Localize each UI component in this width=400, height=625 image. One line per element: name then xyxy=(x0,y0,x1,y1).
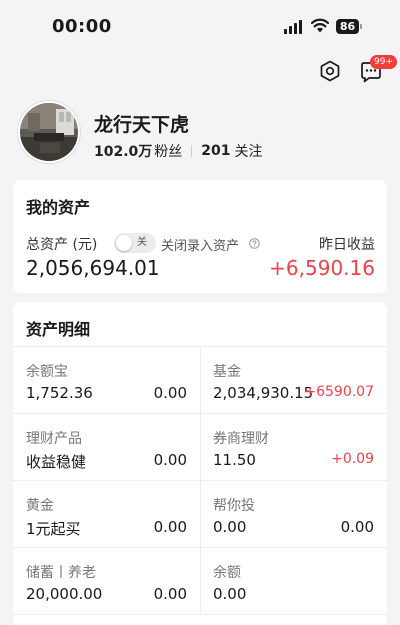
asset-earnings: +0.09 xyxy=(331,451,374,467)
help-icon[interactable] xyxy=(249,238,260,249)
manual-entry-label: 关闭录入资产 xyxy=(161,239,240,254)
wifi-icon xyxy=(311,18,329,33)
following-count[interactable]: 201 xyxy=(201,143,230,159)
divider xyxy=(13,614,387,615)
assets-title: 我的资产 xyxy=(26,198,91,217)
profile-stats: 102.0万 粉丝 201 关注 xyxy=(94,141,263,161)
asset-value: 1,752.36 xyxy=(26,384,93,402)
asset-cell-savings-pension[interactable]: 储蓄丨养老 20,000.00 0.00 xyxy=(13,548,200,614)
asset-label: 余额 xyxy=(213,565,241,581)
total-assets-value: 2,056,694.01 xyxy=(26,256,160,280)
asset-earnings: 0.00 xyxy=(153,384,187,402)
asset-cell-fund[interactable]: 基金 2,034,930.15 +6590.07 xyxy=(200,347,387,413)
asset-cell-broker-wealth[interactable]: 券商理财 11.50 +0.09 xyxy=(200,414,387,480)
cellular-signal-icon xyxy=(284,20,302,34)
asset-details-card: 资产明细 余额宝 1,752.36 0.00 基金 2,034,930.15 +… xyxy=(13,302,387,625)
asset-value: 2,034,930.15 xyxy=(213,384,314,402)
asset-cell-help-invest[interactable]: 帮你投 0.00 0.00 xyxy=(200,481,387,547)
asset-earnings: 0.00 xyxy=(153,518,187,536)
asset-label: 基金 xyxy=(213,364,241,380)
yesterday-earnings-label: 昨日收益 xyxy=(319,237,375,253)
asset-value: 收益稳健 xyxy=(26,453,87,471)
profile-name: 龙行天下虎 xyxy=(94,114,190,136)
asset-value: 20,000.00 xyxy=(26,585,103,603)
notification-badge: 99+ xyxy=(370,55,397,69)
status-bar: 00:00 86 xyxy=(0,0,400,54)
asset-cell-yuebao[interactable]: 余额宝 1,752.36 0.00 xyxy=(13,347,200,413)
asset-label: 储蓄丨养老 xyxy=(26,565,96,581)
following-label[interactable]: 关注 xyxy=(235,141,263,161)
asset-value: 11.50 xyxy=(213,451,256,469)
followers-label[interactable]: 粉丝 xyxy=(154,141,182,161)
asset-label: 券商理财 xyxy=(213,431,269,447)
followers-count[interactable]: 102.0万 xyxy=(94,141,152,161)
asset-details-title: 资产明细 xyxy=(26,320,91,339)
asset-cell-gold[interactable]: 黄金 1元起买 0.00 xyxy=(13,481,200,547)
asset-label: 黄金 xyxy=(26,498,54,514)
asset-label: 余额宝 xyxy=(26,364,68,380)
toggle-state-label: 关 xyxy=(137,237,147,248)
asset-earnings: 0.00 xyxy=(340,518,374,536)
asset-cell-wealth-products[interactable]: 理财产品 收益稳健 0.00 xyxy=(13,414,200,480)
asset-value: 1元起买 xyxy=(26,520,81,538)
asset-entry-toggle[interactable]: 关 xyxy=(114,233,156,253)
asset-value: 0.00 xyxy=(213,518,247,536)
yesterday-earnings-value: +6,590.16 xyxy=(269,256,375,280)
asset-earnings: 0.00 xyxy=(153,585,187,603)
asset-value: 0.00 xyxy=(213,585,247,603)
my-assets-card[interactable]: 我的资产 总资产 (元) 关 关闭录入资产 2,056,694.01 昨日收益 … xyxy=(13,180,387,293)
battery-level: 86 xyxy=(336,19,359,34)
settings-hexagon-icon[interactable] xyxy=(318,59,342,83)
asset-earnings: 0.00 xyxy=(153,451,187,469)
asset-label: 帮你投 xyxy=(213,498,255,514)
total-assets-label: 总资产 (元) xyxy=(26,237,98,253)
asset-cell-balance[interactable]: 余额 0.00 xyxy=(200,548,387,614)
battery-icon: 86 xyxy=(336,19,362,34)
avatar[interactable] xyxy=(18,101,80,163)
asset-label: 理财产品 xyxy=(26,431,82,447)
asset-earnings: +6590.07 xyxy=(304,384,374,400)
toggle-knob xyxy=(116,235,132,251)
avatar-image xyxy=(20,103,78,161)
status-time: 00:00 xyxy=(52,16,112,37)
stats-divider xyxy=(191,145,193,157)
